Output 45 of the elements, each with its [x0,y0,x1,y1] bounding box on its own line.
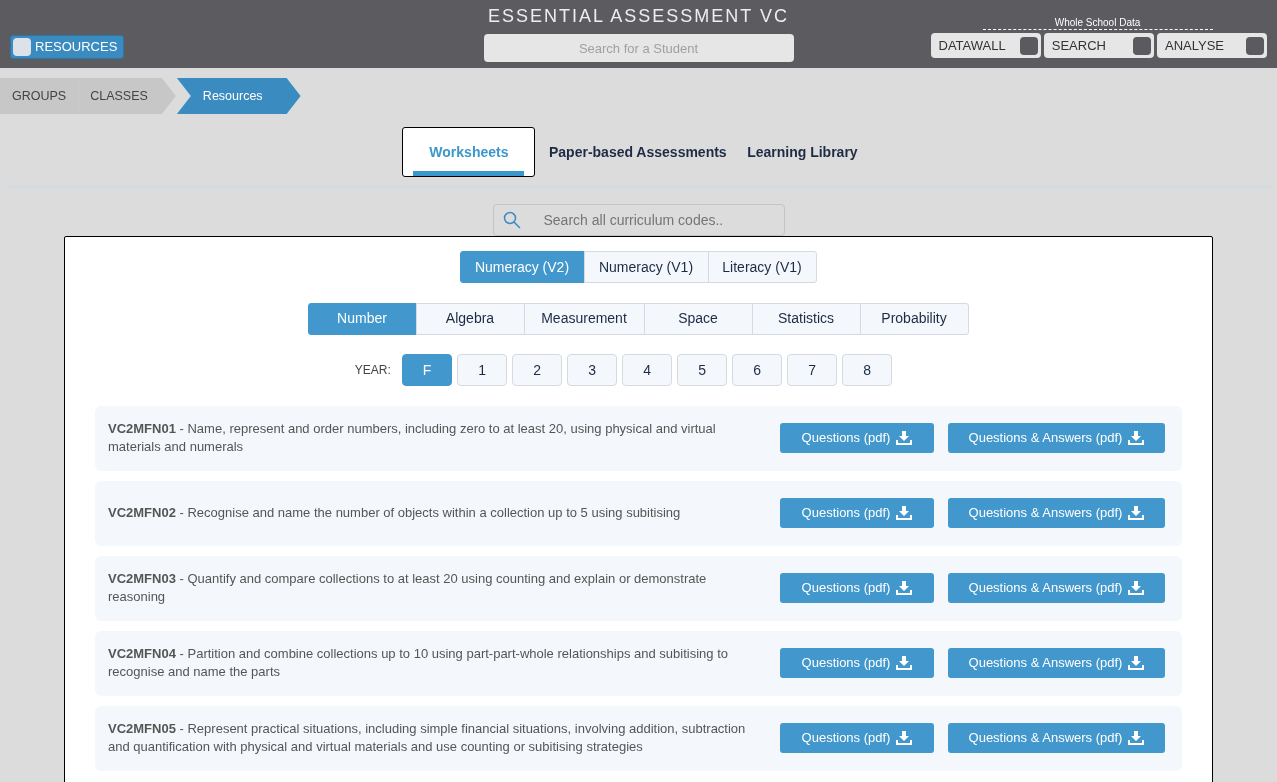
year-button[interactable]: 4 [622,354,673,386]
toggle-button[interactable]: DATAWALL [930,33,1041,59]
download-icon [896,506,913,520]
search-icon [502,211,521,229]
strand-tab[interactable]: Space [643,302,753,335]
tab[interactable]: Learning Library [740,127,865,177]
strand-tab[interactable]: Statistics [751,302,861,335]
whole-school-data-label: Whole School Data [982,16,1213,30]
download-icon [896,431,913,445]
download-icon [896,731,913,745]
download-icon [1128,656,1145,670]
worksheet-description: VC2MFN02 - Recognise and name the number of objects within a collection up to 5 using subitising [108,504,682,522]
breadcrumb-link[interactable]: Resources [176,78,301,114]
download-icon [1128,581,1145,595]
worksheet-description: VC2MFN01 - Name, represent and order numbers, including zero to at least 20, using physical and virtual materials and numerals [108,420,717,456]
worksheet-description: VC2MFN04 - Partition and combine collections up to 10 using part-part-whole relationships and subitising to recognise and name the parts [108,645,729,681]
student-search-field[interactable]: Search for a Student [483,34,794,62]
year-button[interactable]: 6 [732,354,783,386]
year-button[interactable]: 8 [842,354,893,386]
breadcrumb-link[interactable]: GROUPS [0,78,79,114]
tab[interactable]: Paper-based Assessments [541,127,734,177]
toggle-button[interactable]: SEARCH [1043,33,1154,59]
app-title: ESSENTIAL ASSESSMENT VC [487,5,790,28]
worksheet-description: VC2MFN05 - Represent practical situations, including simple financial situations, involving addition, subtraction and quantification with physical and virtual materials and use counting or subitising strategies [108,720,747,756]
download-icon [1128,731,1145,745]
strand-tab[interactable]: Measurement [523,302,645,335]
resources-toggle[interactable]: RESOURCES [10,35,125,59]
strand-tab[interactable]: Algebra [415,302,525,335]
download-icon [896,581,913,595]
subject-tab[interactable]: Literacy (V1) [707,251,817,283]
year-label: YEAR: [354,362,391,379]
download-icon [1128,506,1145,520]
worksheet-description: VC2MFN03 - Quantify and compare collections to at least 20 using counting and explain or demonstrate reasoning [108,570,708,606]
curriculum-search-field[interactable]: Search all curriculum codes.. [492,204,785,236]
breadcrumb-link[interactable]: CLASSES [78,78,176,114]
download-icon [896,656,913,670]
year-button[interactable]: 1 [457,354,508,386]
year-button[interactable]: 3 [567,354,618,386]
strand-tab[interactable]: Probability [859,302,969,335]
year-button[interactable]: 2 [512,354,563,386]
subject-tab[interactable]: Numeracy (V1) [583,251,709,283]
year-button[interactable]: 5 [677,354,728,386]
download-icon [1128,431,1145,445]
toggle-button[interactable]: ANALYSE [1157,33,1267,59]
year-button[interactable]: 7 [787,354,838,386]
